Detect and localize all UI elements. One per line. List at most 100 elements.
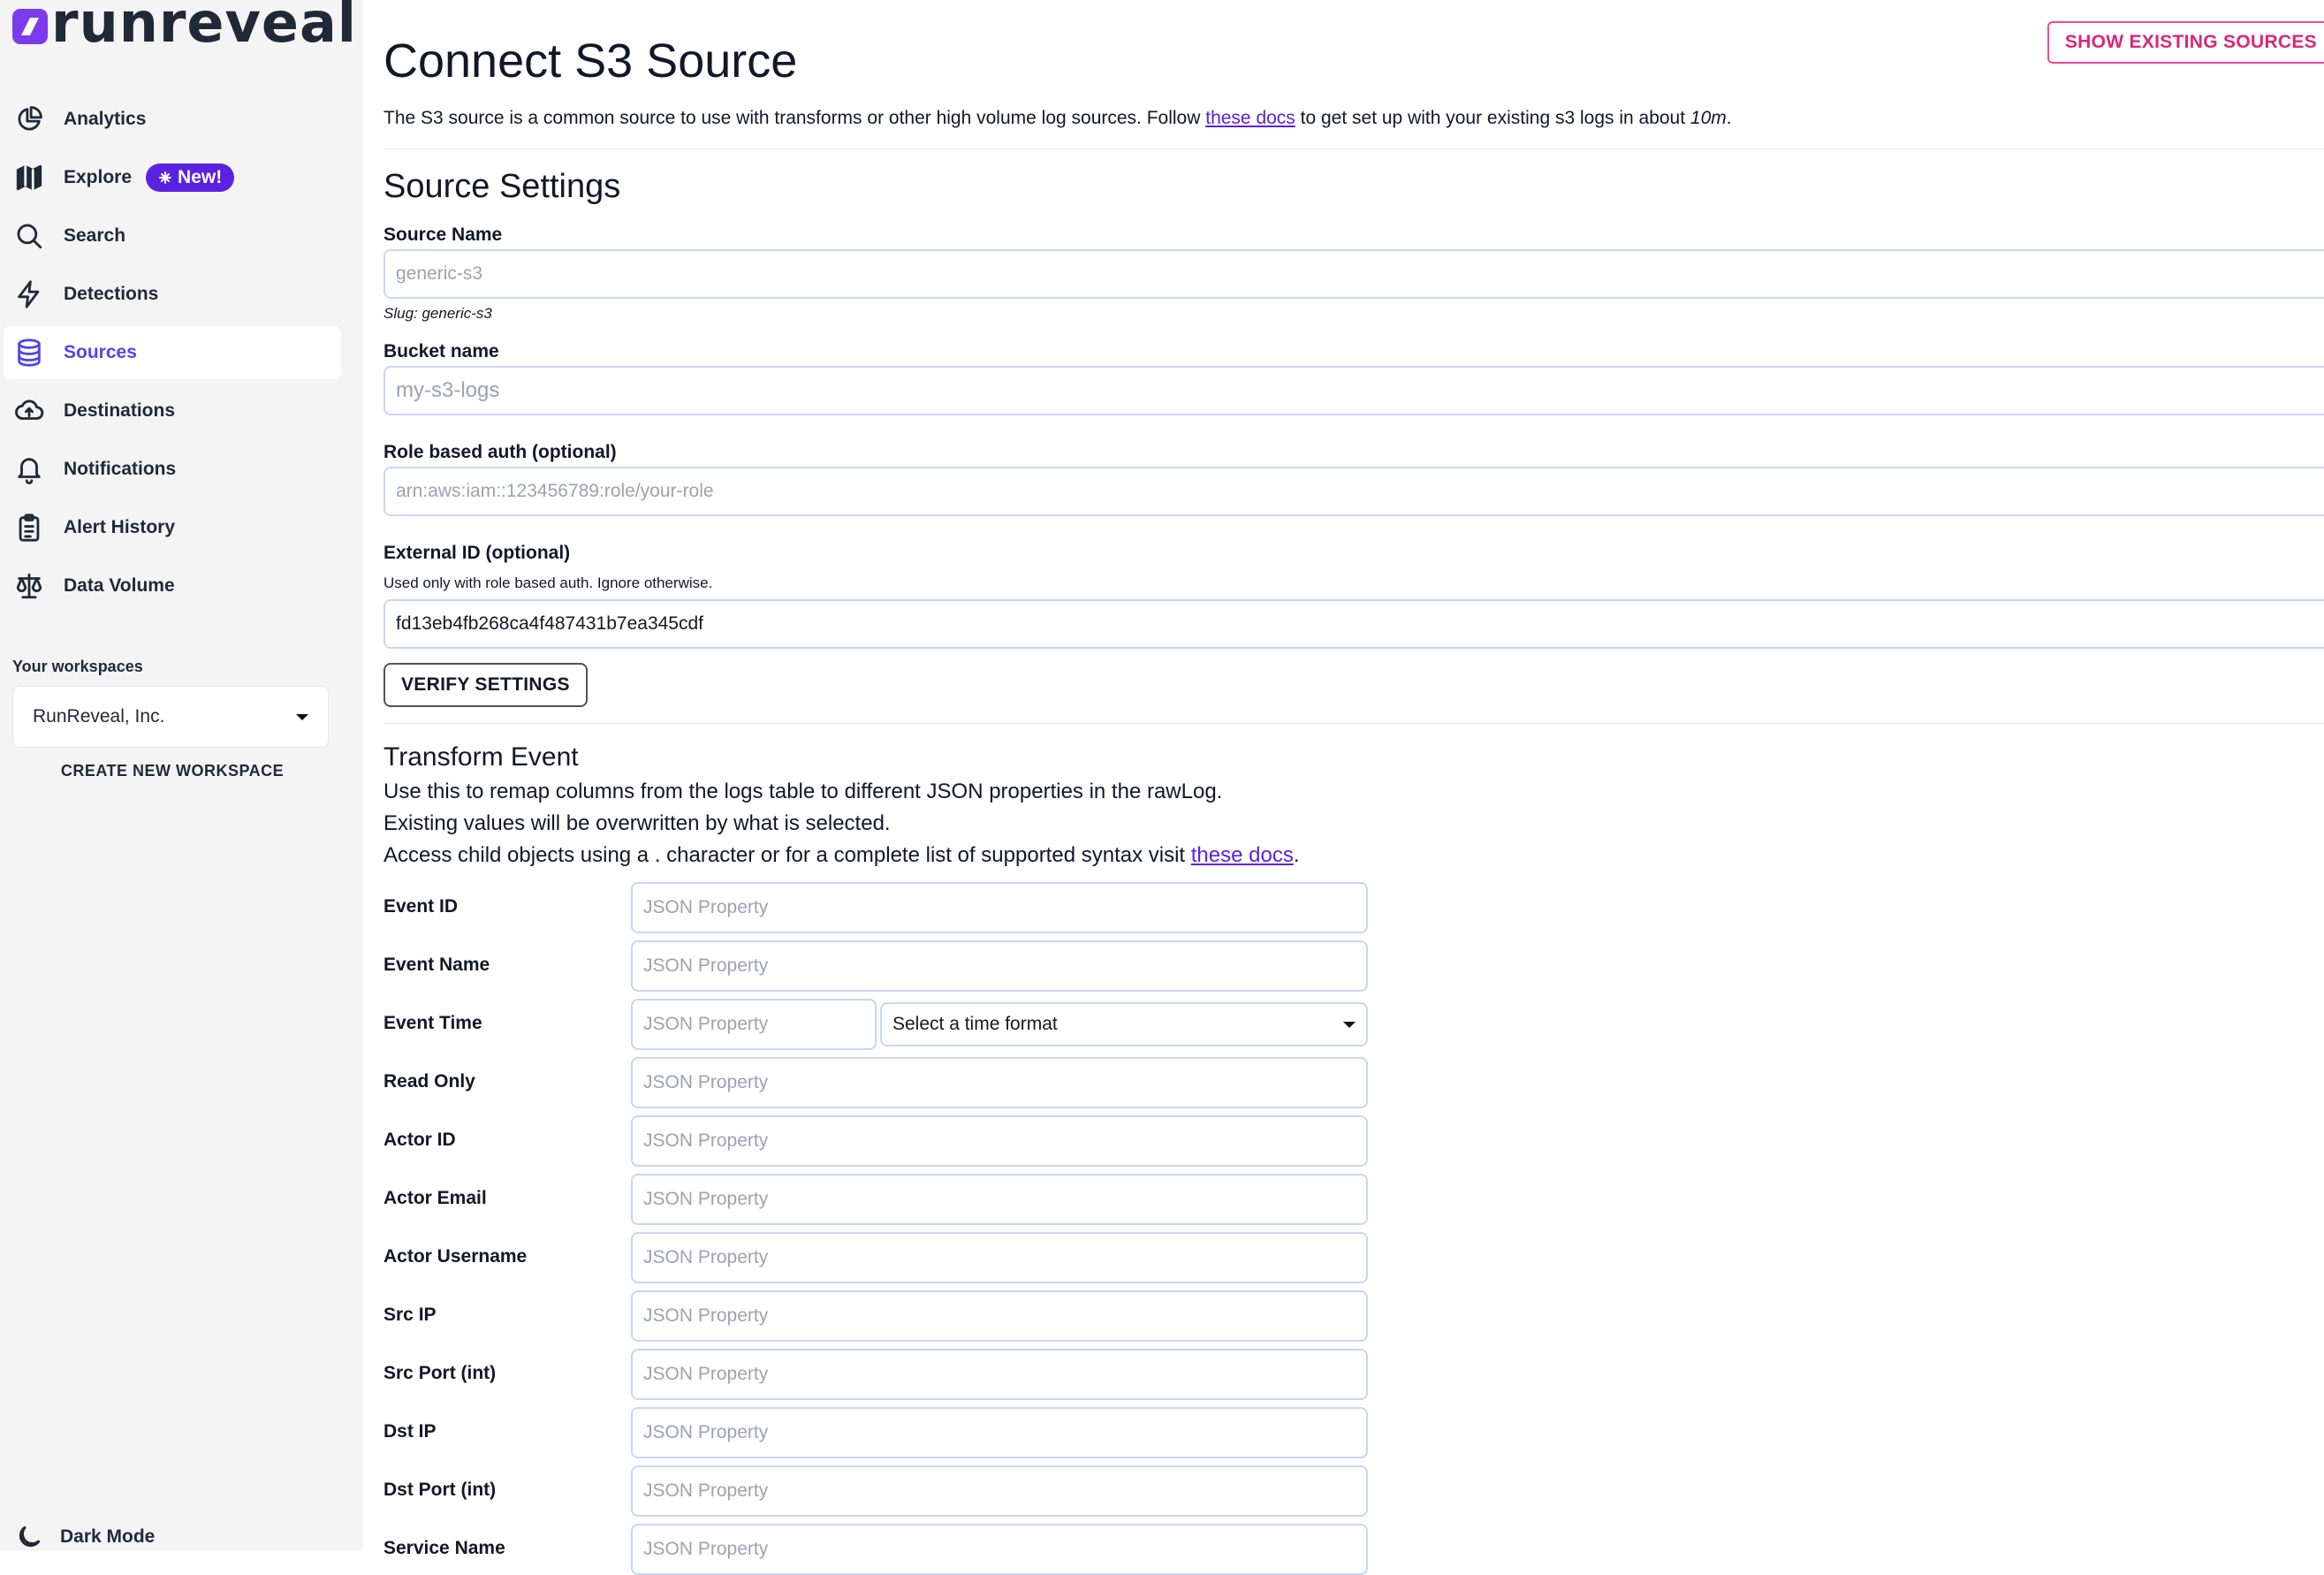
sidebar-nav: Analytics Explore New! Search Detections…: [0, 93, 362, 618]
workspace-selected: RunReveal, Inc.: [33, 706, 165, 727]
chevron-down-icon: [296, 713, 308, 720]
json-property-input[interactable]: JSON Property: [631, 1349, 1368, 1400]
sidebar-item-data-volume[interactable]: Data Volume: [4, 559, 341, 612]
field-label: Src Port (int): [384, 1363, 497, 1383]
json-property-input[interactable]: JSON Property: [631, 1115, 1368, 1167]
logo-text: runreveal: [51, 0, 358, 55]
sidebar-item-destinations[interactable]: Destinations: [4, 384, 341, 438]
json-property-input[interactable]: JSON Property: [631, 1524, 1368, 1575]
sidebar-item-alert-history[interactable]: Alert History: [4, 501, 341, 554]
workspaces-label: Your workspaces: [12, 658, 143, 675]
role-auth-input[interactable]: arn:aws:iam::123456789:role/your-role: [384, 467, 2324, 516]
field-label: Read Only: [384, 1071, 475, 1092]
json-property-input[interactable]: JSON Property: [631, 882, 1368, 933]
database-icon: [18, 339, 41, 367]
json-property-input[interactable]: JSON Property: [631, 1290, 1368, 1342]
logo-icon: [12, 9, 48, 44]
logo[interactable]: runreveal: [11, 0, 357, 53]
transform-row-event-id: Event ID JSON Property: [384, 880, 1373, 933]
time-format-value: Select a time format: [892, 1014, 1058, 1034]
divider: [384, 723, 2324, 724]
json-property-input[interactable]: JSON Property: [631, 999, 877, 1050]
sidebar-item-label: Destinations: [64, 400, 176, 421]
main-content: SHOW EXISTING SOURCES Connect S3 Source …: [384, 0, 2324, 1575]
intro-text: The S3 source is a common source to use …: [384, 108, 1732, 129]
sidebar-item-label: Data Volume: [64, 575, 175, 596]
moon-icon: [19, 1526, 41, 1548]
sidebar-item-label: Search: [64, 225, 126, 246]
external-id-input[interactable]: fd13eb4fb268ca4f487431b7ea345cdf: [384, 599, 2324, 649]
new-badge: New!: [146, 164, 235, 192]
external-id-label: External ID (optional): [384, 543, 571, 563]
transform-line-1: Use this to remap columns from the logs …: [384, 780, 1223, 803]
transform-event-title: Transform Event: [384, 742, 579, 772]
json-property-input[interactable]: JSON Property: [631, 1465, 1368, 1517]
json-property-input[interactable]: JSON Property: [631, 1174, 1368, 1225]
badge-label: New!: [178, 167, 223, 187]
chart-pie-icon: [18, 106, 42, 131]
field-label: Dst IP: [384, 1421, 437, 1442]
docs-link[interactable]: these docs: [1205, 108, 1295, 128]
transform-row-dst-ip: Dst IP JSON Property: [384, 1405, 1373, 1458]
intro-text-end: .: [1726, 108, 1732, 128]
bell-icon: [18, 458, 41, 484]
field-label: Actor Username: [384, 1246, 528, 1267]
slug-text: Slug: generic-s3: [384, 305, 492, 322]
transform-line-3: Access child objects using a . character…: [384, 840, 1300, 871]
intro-text-start: The S3 source is a common source to use …: [384, 108, 1206, 128]
sidebar-item-analytics[interactable]: Analytics: [4, 93, 341, 146]
bucket-name-label: Bucket name: [384, 341, 499, 361]
divider: [384, 148, 2324, 149]
syntax-docs-link[interactable]: these docs: [1191, 843, 1294, 867]
sidebar: runreveal Analytics Explore New! Search …: [0, 0, 362, 1550]
sidebar-item-explore[interactable]: Explore New!: [4, 151, 341, 204]
field-label: Event Time: [384, 1013, 482, 1033]
transform-row-event-time: Event Time JSON Property Select a time f…: [384, 997, 1373, 1050]
json-property-input[interactable]: JSON Property: [631, 1232, 1368, 1283]
sidebar-item-label: Notifications: [64, 459, 177, 479]
json-property-input[interactable]: JSON Property: [631, 1407, 1368, 1458]
sidebar-item-label: Analytics: [64, 109, 147, 129]
json-property-input[interactable]: JSON Property: [631, 940, 1368, 992]
intro-time: 10m: [1690, 108, 1727, 128]
transform-row-service-name: Service Name JSON Property: [384, 1522, 1373, 1575]
sidebar-item-detections[interactable]: Detections: [4, 268, 341, 321]
sidebar-item-search[interactable]: Search: [4, 209, 341, 262]
verify-settings-button[interactable]: VERIFY SETTINGS: [384, 663, 588, 707]
source-settings-title: Source Settings: [384, 168, 621, 205]
scale-icon: [16, 573, 42, 599]
sidebar-item-notifications[interactable]: Notifications: [4, 443, 341, 496]
intro-text-middle: to get set up with your existing s3 logs…: [1295, 108, 1690, 128]
dark-mode-toggle[interactable]: Dark Mode: [14, 1522, 155, 1552]
chevron-down-icon: [1343, 1021, 1356, 1028]
json-property-input[interactable]: JSON Property: [631, 1057, 1368, 1108]
transform-row-actor-id: Actor ID JSON Property: [384, 1114, 1373, 1167]
map-icon: [16, 164, 42, 191]
show-existing-sources-button[interactable]: SHOW EXISTING SOURCES: [2047, 21, 2324, 64]
transform-line-2: Existing values will be overwritten by w…: [384, 811, 891, 835]
sparkle-icon: [159, 171, 172, 184]
create-workspace-button[interactable]: CREATE NEW WORKSPACE: [0, 762, 345, 780]
bolt-icon: [18, 280, 40, 308]
sidebar-item-label: Alert History: [64, 517, 176, 537]
source-name-label: Source Name: [384, 224, 503, 245]
transform-row-actor-username: Actor Username JSON Property: [384, 1230, 1373, 1283]
sidebar-item-label: Detections: [64, 284, 159, 304]
page-title: Connect S3 Source: [384, 34, 798, 88]
field-label: Dst Port (int): [384, 1480, 497, 1500]
field-label: Actor Email: [384, 1188, 487, 1208]
transform-row-read-only: Read Only JSON Property: [384, 1055, 1373, 1108]
time-format-select[interactable]: Select a time format: [880, 1002, 1368, 1046]
workspace-select[interactable]: RunReveal, Inc.: [12, 686, 329, 748]
sidebar-item-sources[interactable]: Sources: [4, 326, 341, 379]
transform-row-event-name: Event Name JSON Property: [384, 939, 1373, 992]
source-name-input[interactable]: generic-s3: [384, 249, 2324, 299]
transform-line-3-text: Access child objects using a . character…: [384, 843, 1191, 867]
transform-row-src-port: Src Port (int) JSON Property: [384, 1347, 1373, 1400]
cloud-upload-icon: [15, 399, 44, 420]
field-label: Src IP: [384, 1305, 437, 1325]
bucket-name-input[interactable]: my-s3-logs: [384, 366, 2324, 415]
dark-mode-label: Dark Mode: [60, 1526, 156, 1547]
field-label: Event Name: [384, 955, 490, 975]
field-label: Event ID: [384, 896, 459, 917]
